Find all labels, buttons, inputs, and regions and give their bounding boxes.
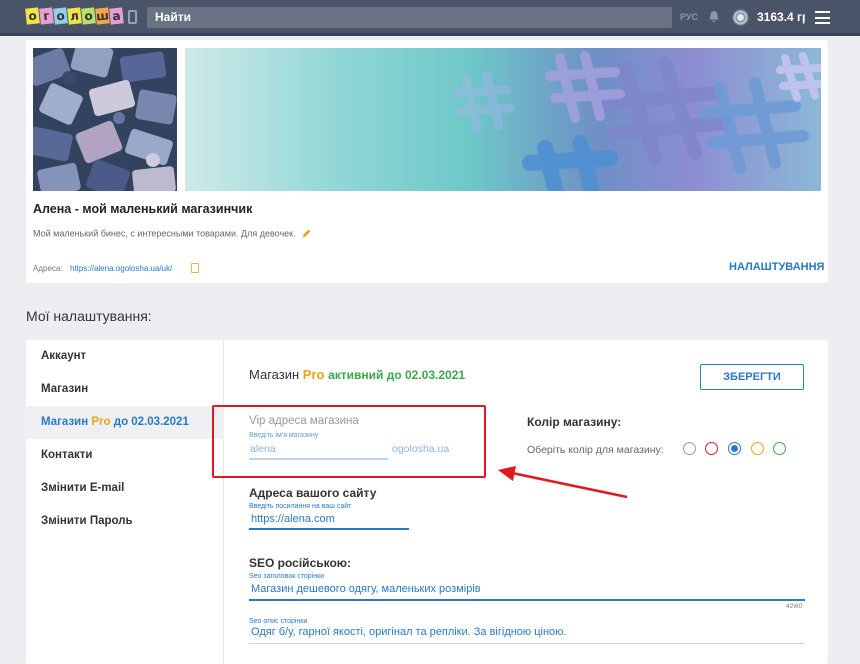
- shop-profile-card: Алена - мой маленький магазинчик Мой мал…: [26, 40, 828, 283]
- sidebar-item-change-email[interactable]: Змінити E-mail: [26, 472, 224, 505]
- shop-description: Мой маленький бинес, с интересными товар…: [33, 228, 312, 240]
- color-option-orange[interactable]: [751, 442, 764, 455]
- website-address-hint: Введіть посилання на ваш сайт: [249, 503, 352, 510]
- color-option-gray[interactable]: [683, 442, 696, 455]
- sidebar-item-label: Змінити Пароль: [41, 515, 133, 527]
- language-switcher[interactable]: РУС: [680, 12, 698, 22]
- pro-label: Pro: [302, 367, 325, 382]
- logo-letter: о: [53, 7, 68, 25]
- logo-letter: а: [109, 7, 124, 25]
- pro-badge: Pro: [91, 416, 111, 428]
- top-navigation-bar: оголоша Найти РУС 3163.4 грн: [0, 0, 860, 36]
- settings-sidebar: Аккаунт Магазин Магазин Pro до 02.03.202…: [26, 340, 224, 664]
- sidebar-item-label: Магазин: [41, 383, 89, 395]
- settings-panel: Аккаунт Магазин Магазин Pro до 02.03.202…: [26, 340, 828, 664]
- color-option-green[interactable]: [773, 442, 786, 455]
- hamburger-menu-icon[interactable]: [815, 11, 830, 24]
- pencil-icon[interactable]: [300, 228, 312, 240]
- shop-color-label: Оберіть колір для магазину:: [527, 444, 664, 456]
- copy-icon[interactable]: [191, 263, 199, 273]
- shop-address-link[interactable]: https://alena.ogolosha.ua/uk/: [70, 264, 172, 273]
- logo-letter: ш: [95, 7, 110, 25]
- page-title-prefix: Магазин: [249, 367, 300, 382]
- shop-name: Алена - мой маленький магазинчик: [33, 202, 253, 216]
- search-input[interactable]: Найти: [147, 7, 672, 28]
- bell-icon[interactable]: [708, 10, 720, 23]
- save-button[interactable]: ЗБЕРЕГТИ: [700, 364, 804, 390]
- logo-letter: о: [81, 7, 96, 25]
- site-logo[interactable]: оголоша: [25, 7, 124, 25]
- settings-link[interactable]: НАЛАШТУВАННЯ: [729, 261, 824, 273]
- color-option-blue[interactable]: [728, 442, 741, 455]
- sidebar-item-change-password[interactable]: Змінити Пароль: [26, 505, 224, 538]
- shop-avatar[interactable]: [33, 48, 177, 191]
- mobile-phone-icon[interactable]: [128, 10, 137, 24]
- coin-icon: [732, 9, 749, 26]
- seo-description-input[interactable]: Одяг б/у, гарної якості, оригінал та реп…: [249, 625, 805, 644]
- seo-title-hint: Seo заголовок сторінки: [249, 573, 325, 580]
- seo-description-hint: Seo опис сторінки: [249, 618, 308, 625]
- website-address-input[interactable]: https://alena.com: [249, 512, 409, 530]
- shop-pro-settings: Магазин Pro активний до 02.03.2021 ЗБЕРЕ…: [224, 340, 828, 664]
- pro-expiry: до 02.03.2021: [113, 416, 189, 428]
- sidebar-item-label: Контакти: [41, 449, 93, 461]
- shop-description-text: Мой маленький бинес, с интересными товар…: [33, 228, 296, 239]
- sidebar-item-label: Магазин: [41, 416, 89, 428]
- account-balance[interactable]: 3163.4 грн: [757, 10, 805, 24]
- sidebar-item-shop-pro[interactable]: Магазин Pro до 02.03.2021: [26, 406, 224, 439]
- sidebar-item-contacts[interactable]: Контакти: [26, 439, 224, 472]
- seo-title-counter: 42\60: [786, 603, 803, 610]
- logo-letter: г: [39, 7, 54, 25]
- logo-letter: л: [67, 7, 82, 25]
- pro-status: активний до 02.03.2021: [328, 368, 466, 382]
- color-option-red[interactable]: [705, 442, 718, 455]
- shop-color-title: Колір магазину:: [527, 415, 622, 429]
- page-title: Магазин Pro активний до 02.03.2021: [249, 367, 465, 382]
- website-address-title: Адреса вашого сайту: [249, 486, 377, 500]
- section-title: Мої налаштування:: [26, 308, 152, 324]
- logo-letter: о: [25, 7, 40, 25]
- shop-banner[interactable]: [185, 48, 821, 191]
- seo-russian-title: SEO російською:: [249, 556, 352, 570]
- sidebar-item-label: Змінити E-mail: [41, 482, 125, 494]
- address-label: Адреса:: [33, 264, 63, 273]
- sidebar-item-account[interactable]: Аккаунт: [26, 340, 224, 373]
- sidebar-item-shop[interactable]: Магазин: [26, 373, 224, 406]
- seo-title-input[interactable]: Магазин дешевого одягу, маленьких розмір…: [249, 582, 805, 601]
- sidebar-item-label: Аккаунт: [41, 350, 87, 362]
- highlight-box: [212, 405, 486, 478]
